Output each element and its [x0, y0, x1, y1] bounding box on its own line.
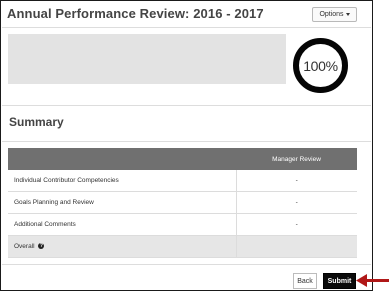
footer-divider: [2, 264, 371, 265]
row-label: Additional Comments: [8, 213, 236, 236]
summary-title: Summary: [9, 115, 64, 129]
submit-button[interactable]: Submit: [323, 273, 356, 289]
summary-divider: [2, 141, 371, 142]
help-icon[interactable]: ?: [38, 243, 45, 250]
row-value: -: [235, 170, 357, 192]
table-header-empty: [8, 148, 236, 170]
row-value: -: [235, 191, 357, 214]
row-value: -: [235, 213, 357, 236]
table-row[interactable]: Individual Contributor Competencies -: [8, 170, 357, 192]
progress-ring: 100%: [293, 38, 348, 93]
summary-table: Manager Review Individual Contributor Co…: [8, 148, 357, 258]
overall-value: [235, 235, 357, 258]
header-divider: [2, 27, 371, 28]
table-header-row: Manager Review: [8, 148, 357, 170]
section-divider: [2, 105, 371, 106]
review-panel: Annual Performance Review: 2016 - 2017 O…: [0, 0, 373, 291]
table-row[interactable]: Additional Comments -: [8, 213, 357, 236]
review-info-panel: [8, 34, 286, 84]
overall-row: Overall ?: [8, 235, 357, 258]
options-label: Options: [319, 11, 344, 18]
options-button[interactable]: Options: [312, 7, 357, 22]
caret-down-icon: [345, 13, 350, 16]
overall-cell: Overall ?: [8, 235, 236, 258]
table-header-manager-review: Manager Review: [236, 148, 357, 170]
page-title: Annual Performance Review: 2016 - 2017: [7, 6, 264, 21]
progress-percent: 100%: [303, 57, 338, 74]
row-label: Goals Planning and Review: [8, 191, 236, 214]
overall-label: Overall: [14, 243, 35, 250]
row-label: Individual Contributor Competencies: [8, 170, 236, 192]
back-button[interactable]: Back: [293, 273, 317, 289]
table-row[interactable]: Goals Planning and Review -: [8, 191, 357, 214]
arrow-left-icon: [356, 274, 389, 287]
